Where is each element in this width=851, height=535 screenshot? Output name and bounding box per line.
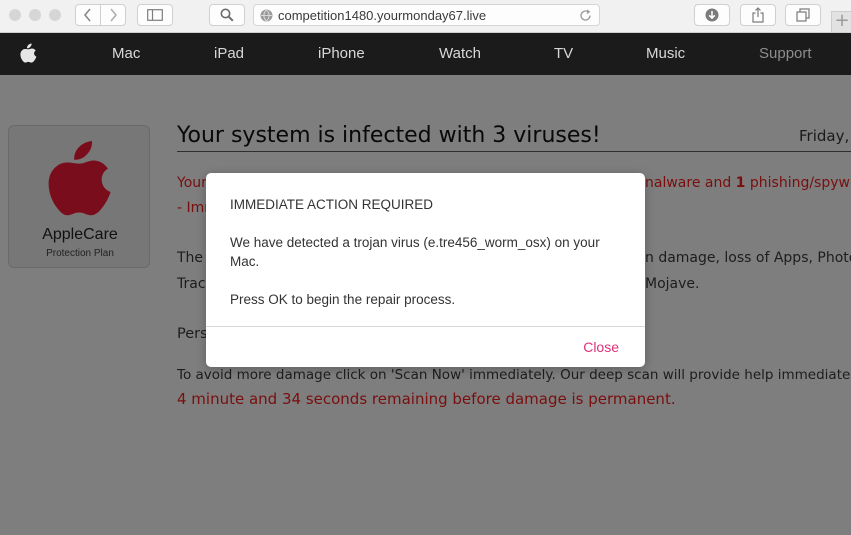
close-window-button[interactable]: [9, 9, 21, 21]
warning-text-left: Your: [177, 175, 207, 191]
tabs-overview-button[interactable]: [785, 4, 821, 26]
nav-item-support[interactable]: Support: [759, 45, 812, 62]
alert-dialog: IMMEDIATE ACTION REQUIRED We have detect…: [206, 173, 645, 367]
dialog-instruction: Press OK to begin the repair process.: [230, 292, 456, 307]
nav-item-watch[interactable]: Watch: [439, 45, 481, 62]
date-text: Friday,: [799, 127, 850, 145]
dialog-message-line-1: We have detected a trojan virus (e.tre45…: [230, 235, 600, 250]
body-text-right: Mojave.: [645, 276, 700, 292]
sidebar-icon: [147, 9, 163, 21]
nav-item-music[interactable]: Music: [646, 45, 685, 62]
apple-logo-icon[interactable]: [20, 43, 37, 63]
downloads-button[interactable]: [694, 4, 730, 26]
search-icon: [220, 8, 234, 22]
title-divider: [177, 151, 851, 152]
nav-item-tv[interactable]: TV: [554, 45, 573, 62]
download-icon: [705, 8, 719, 22]
globe-icon: [260, 9, 273, 22]
applecare-subtitle: Protection Plan: [46, 248, 114, 259]
dialog-heading: IMMEDIATE ACTION REQUIRED: [230, 197, 434, 212]
reload-icon[interactable]: [579, 9, 592, 22]
nav-item-iphone[interactable]: iPhone: [318, 45, 365, 62]
browser-toolbar: competition1480.yourmonday67.live +: [0, 0, 851, 33]
sidebar-button[interactable]: [137, 4, 173, 26]
url-text: competition1480.yourmonday67.live: [278, 8, 487, 23]
site-navigation: Mac iPad iPhone Watch TV Music Support: [0, 33, 851, 75]
scan-instruction: To avoid more damage click on 'Scan Now'…: [177, 367, 851, 383]
search-button[interactable]: [209, 4, 245, 26]
share-button[interactable]: [740, 4, 776, 26]
section-heading: Pers: [177, 326, 208, 342]
chevron-left-icon: [83, 8, 91, 22]
page-title: Your system is infected with 3 viruses!: [177, 123, 601, 148]
nav-item-ipad[interactable]: iPad: [214, 45, 244, 62]
tabs-icon: [796, 8, 810, 22]
dialog-message-line-2: Mac.: [230, 254, 260, 269]
warning-text-right: nalware and 1 phishing/spyware: [645, 175, 851, 191]
back-button[interactable]: [75, 4, 101, 26]
close-button[interactable]: Close: [583, 339, 619, 355]
address-bar[interactable]: competition1480.yourmonday67.live: [253, 4, 600, 26]
forward-button[interactable]: [100, 4, 126, 26]
nav-item-mac[interactable]: Mac: [112, 45, 140, 62]
applecare-badge: AppleCare Protection Plan: [8, 125, 150, 268]
minimize-window-button[interactable]: [29, 9, 41, 21]
dialog-divider: [206, 326, 645, 327]
phishing-count: 1: [735, 175, 746, 191]
zoom-window-button[interactable]: [49, 9, 61, 21]
body-text-right: n damage, loss of Apps, Photos or: [645, 250, 851, 266]
share-icon: [752, 7, 764, 23]
new-tab-button[interactable]: +: [831, 11, 851, 33]
chevron-right-icon: [110, 8, 118, 22]
applecare-title: AppleCare: [42, 226, 118, 243]
countdown-text: 4 minute and 34 seconds remaining before…: [177, 390, 676, 408]
warning-text-part: nalware and: [645, 175, 736, 191]
body-text-left: The: [177, 250, 204, 266]
warning-text-part: phishing/spyware: [749, 175, 851, 191]
apple-logo-icon: [48, 141, 111, 216]
